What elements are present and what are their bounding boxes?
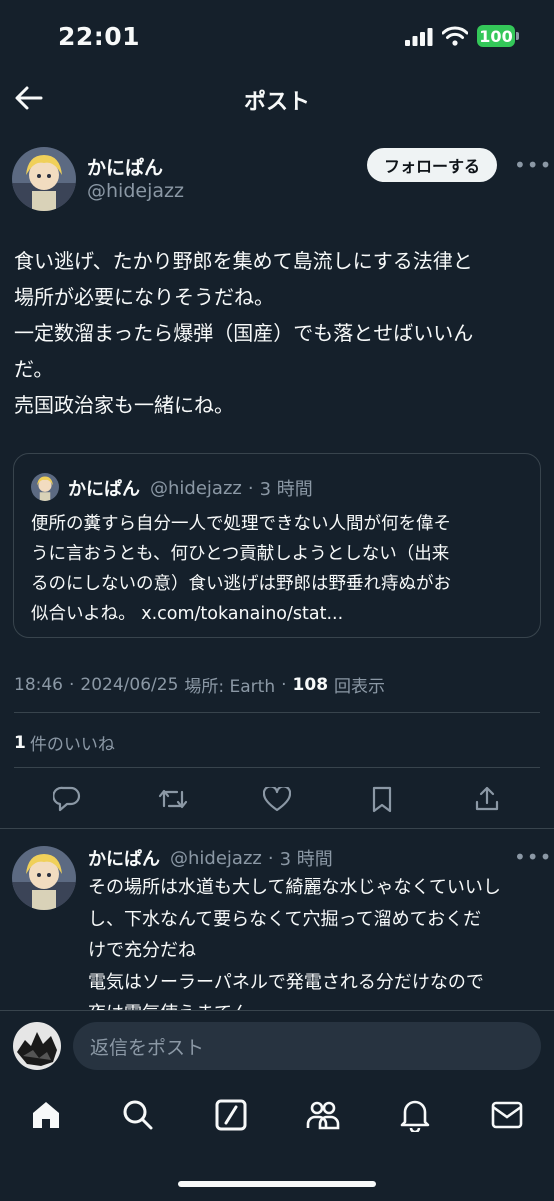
post-text-line: 売国政治家も一緒にね。 <box>14 393 234 417</box>
grok-icon <box>215 1099 247 1131</box>
author-name[interactable]: かにぱん <box>87 153 163 180</box>
reply-author-handle[interactable]: @hidejazz <box>170 848 262 869</box>
wifi-icon <box>442 26 468 46</box>
quote-time: 3 時間 <box>259 479 313 500</box>
bookmark-button[interactable] <box>371 786 393 813</box>
post-text-line: 一定数溜まったら爆弾（国産）でも落とせばいいん <box>14 321 474 345</box>
likes-summary[interactable]: 1 件のいいね <box>14 730 115 756</box>
reply-icon <box>53 786 81 812</box>
page-title: ポスト <box>243 90 310 115</box>
bookmark-icon <box>372 786 392 813</box>
quote-text-line: るのにしないの意）食い逃げは野郎は野垂れ痔ぬがお <box>31 574 451 594</box>
divider <box>14 712 540 713</box>
status-time: 22:01 <box>58 22 141 51</box>
battery-cap <box>516 32 519 40</box>
reply-header: かにぱん @hidejazz · 3 時間 <box>88 845 333 871</box>
reply-avatar[interactable] <box>12 846 76 910</box>
messages-icon <box>491 1101 523 1129</box>
reply-more-options-icon[interactable]: ••• <box>514 845 552 869</box>
more-options-icon[interactable]: ••• <box>514 153 552 177</box>
post-text-line: 場所が必要になりそうだね。 <box>14 285 274 309</box>
view-count: 108 <box>292 674 329 695</box>
follow-button[interactable]: フォローする <box>367 148 497 182</box>
reply-button[interactable] <box>53 786 81 812</box>
quote-text-line: うに言おうとも、何ひとつ貢献しようとしない（出来 <box>31 544 450 564</box>
repost-icon <box>158 789 188 809</box>
like-button[interactable] <box>263 787 291 812</box>
home-icon <box>33 1102 59 1128</box>
nav-search[interactable] <box>122 1099 154 1131</box>
communities-icon <box>306 1101 340 1130</box>
reply-text-line: し、下水なんて要らなくて穴掘って溜めておくだ <box>88 908 482 930</box>
author-handle[interactable]: @hidejazz <box>87 180 184 202</box>
post-date: 2024/06/25 <box>80 674 179 695</box>
reply-text-line: けで充分だね <box>88 940 196 961</box>
nav-grok[interactable] <box>215 1099 247 1131</box>
quote-author-name: かにぱん <box>68 479 140 500</box>
share-button[interactable] <box>474 785 500 812</box>
search-icon <box>123 1100 153 1130</box>
reply-author-name[interactable]: かにぱん <box>88 845 160 871</box>
post-text-line: だ。 <box>14 357 54 381</box>
battery-indicator: 100 <box>477 25 515 47</box>
likes-count: 1 <box>14 732 26 753</box>
post-text: 食い逃げ、たかり野郎を集めて島流しにする法律と 場所が必要になりそうだね。 一定… <box>14 243 544 423</box>
user-avatar[interactable] <box>13 1022 61 1070</box>
divider <box>0 828 554 829</box>
notifications-icon <box>400 1100 430 1132</box>
quote-dot: · <box>247 477 254 499</box>
avatar[interactable] <box>12 147 76 211</box>
nav-communities[interactable] <box>306 1099 340 1131</box>
reply-text: その場所は水道も大して綺麗な水じゃなくていいし し、下水なんて要らなくて穴掘って… <box>88 872 544 1030</box>
post-time: 18:46 <box>14 674 63 695</box>
heart-icon <box>263 787 291 812</box>
share-icon <box>475 786 499 811</box>
reply-text-line: 電気はソーラーパネルで発電される分だけなので <box>88 971 484 993</box>
quote-text-line: 便所の糞すら自分一人で処理できない人間が何を偉そ <box>31 514 451 534</box>
meta-dot: · <box>281 674 287 695</box>
nav-home[interactable] <box>30 1099 62 1131</box>
quote-avatar <box>31 473 59 501</box>
quote-author-handle: @hidejazz <box>150 477 242 499</box>
post-meta: 18:46 · 2024/06/25 場所: Earth · 108 回表示 <box>14 672 386 698</box>
nav-notifications[interactable] <box>399 1098 431 1132</box>
reply-dot: · <box>267 847 274 869</box>
signal-icon <box>405 28 433 46</box>
quote-text-line: 似合いよね。 x.com/tokanaino/stat... <box>31 604 344 624</box>
meta-dot: · <box>69 674 75 695</box>
home-indicator <box>178 1181 376 1187</box>
view-label: 回表示 <box>334 677 386 697</box>
likes-label: 件のいいね <box>29 735 115 755</box>
post-text-line: 食い逃げ、たかり野郎を集めて島流しにする法律と <box>14 249 473 273</box>
post-location: 場所: Earth <box>184 677 276 697</box>
repost-button[interactable] <box>158 786 188 812</box>
quote-text: 便所の糞すら自分一人で処理できない人間が何を偉そ うに言おうとも、何ひとつ貢献し… <box>31 509 536 629</box>
reply-input[interactable]: 返信をポスト <box>73 1022 541 1070</box>
reply-text-line: その場所は水道も大して綺麗な水じゃなくていいし <box>88 877 501 898</box>
divider <box>14 767 540 768</box>
reply-time: 3 時間 <box>279 849 333 870</box>
quoted-post[interactable]: かにぱん @hidejazz · 3 時間 便所の糞すら自分一人で処理できない人… <box>13 453 541 638</box>
nav-messages[interactable] <box>491 1101 523 1129</box>
